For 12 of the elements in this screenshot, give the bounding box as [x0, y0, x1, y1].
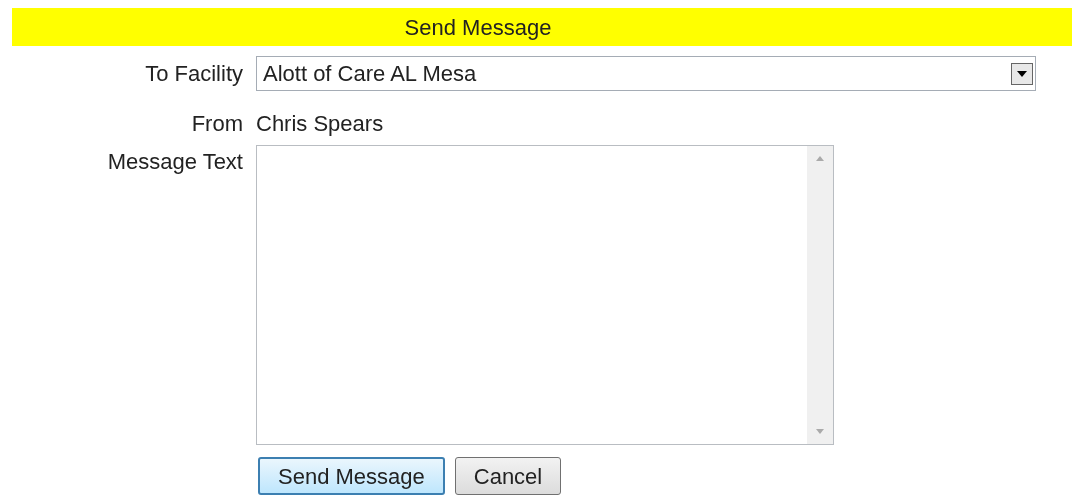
field-label: Message Text	[107, 148, 243, 176]
form-button[interactable]: Send Message	[258, 457, 445, 495]
facility-dropdown[interactable]: Alott of Care AL Mesa	[256, 56, 1036, 91]
field-label: From	[191, 109, 243, 138]
field-label: To Facility	[145, 60, 243, 88]
message-textarea[interactable]	[256, 145, 834, 445]
scrollbar[interactable]	[807, 146, 833, 444]
scroll-down-icon[interactable]	[815, 428, 825, 436]
sender-name: Chris Spears	[256, 109, 384, 138]
form-title: Send Message	[404, 14, 552, 40]
scroll-up-icon[interactable]	[815, 154, 825, 162]
form-button[interactable]: Cancel	[454, 457, 562, 495]
